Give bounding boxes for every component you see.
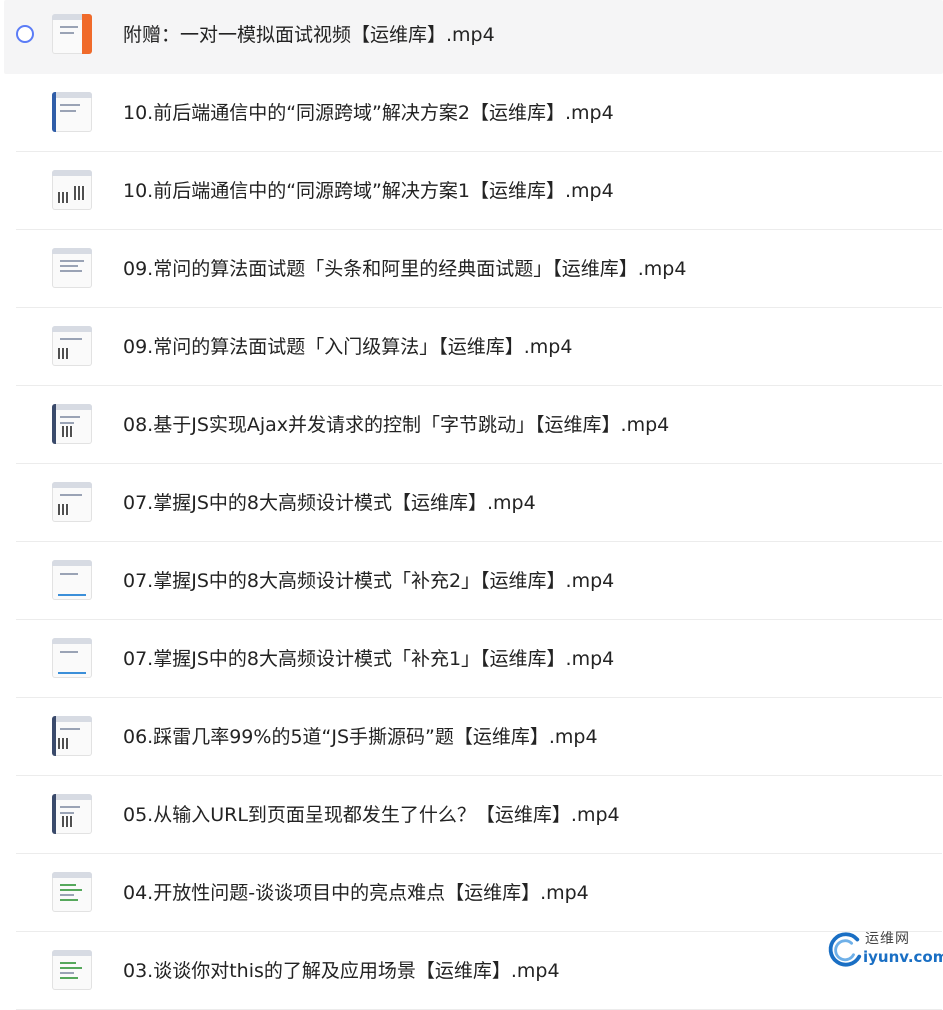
- file-name[interactable]: 07.掌握JS中的8大高频设计模式「补充2」【运维库】.mp4: [123, 542, 614, 620]
- file-name[interactable]: 08.基于JS实现Ajax并发请求的控制「字节跳动」【运维库】.mp4: [123, 386, 669, 464]
- file-name[interactable]: 04.开放性问题-谈谈项目中的亮点难点【运维库】.mp4: [123, 854, 589, 932]
- watermark-domain: iyunv.com: [863, 948, 943, 966]
- video-thumbnail: [52, 950, 92, 990]
- watermark: 运维网 iyunv.com: [825, 926, 943, 972]
- file-row[interactable]: 04.开放性问题-谈谈项目中的亮点难点【运维库】.mp4: [16, 854, 942, 932]
- swirl-logo-icon: [828, 932, 862, 967]
- video-thumbnail: [52, 794, 92, 834]
- file-row[interactable]: 06.踩雷几率99%的5道“JS手撕源码”题【运维库】.mp4: [16, 698, 942, 776]
- file-row[interactable]: 07.掌握JS中的8大高频设计模式「补充2」【运维库】.mp4: [16, 542, 942, 620]
- file-row[interactable]: 07.掌握JS中的8大高频设计模式【运维库】.mp4: [16, 464, 942, 542]
- file-name[interactable]: 07.掌握JS中的8大高频设计模式「补充1」【运维库】.mp4: [123, 620, 614, 698]
- file-name[interactable]: 附赠：一对一模拟面试视频【运维库】.mp4: [123, 0, 495, 74]
- file-name[interactable]: 09.常问的算法面试题「入门级算法」【运维库】.mp4: [123, 308, 572, 386]
- video-thumbnail: [52, 872, 92, 912]
- file-name[interactable]: 05.从输入URL到页面呈现都发生了什么？【运维库】.mp4: [123, 776, 620, 854]
- file-name[interactable]: 03.谈谈你对this的了解及应用场景【运维库】.mp4: [123, 932, 560, 1010]
- file-row[interactable]: 07.掌握JS中的8大高频设计模式「补充1」【运维库】.mp4: [16, 620, 942, 698]
- video-thumbnail: [52, 404, 92, 444]
- file-row[interactable]: 09.常问的算法面试题「入门级算法」【运维库】.mp4: [16, 308, 942, 386]
- watermark-title: 运维网: [865, 931, 910, 947]
- file-row[interactable]: 03.谈谈你对this的了解及应用场景【运维库】.mp4: [16, 932, 942, 1010]
- video-thumbnail: [52, 560, 92, 600]
- video-thumbnail: [52, 716, 92, 756]
- video-thumbnail: [52, 14, 92, 54]
- video-thumbnail: [52, 170, 92, 210]
- file-list: 附赠：一对一模拟面试视频【运维库】.mp4 10.前后端通信中的“同源跨域”解决方…: [0, 0, 943, 1010]
- file-name[interactable]: 10.前后端通信中的“同源跨域”解决方案2【运维库】.mp4: [123, 74, 614, 152]
- video-thumbnail: [52, 92, 92, 132]
- file-name[interactable]: 09.常问的算法面试题「头条和阿里的经典面试题」【运维库】.mp4: [123, 230, 686, 308]
- file-row[interactable]: 09.常问的算法面试题「头条和阿里的经典面试题」【运维库】.mp4: [16, 230, 942, 308]
- video-thumbnail: [52, 248, 92, 288]
- file-row[interactable]: 08.基于JS实现Ajax并发请求的控制「字节跳动」【运维库】.mp4: [16, 386, 942, 464]
- file-name[interactable]: 06.踩雷几率99%的5道“JS手撕源码”题【运维库】.mp4: [123, 698, 598, 776]
- file-name[interactable]: 07.掌握JS中的8大高频设计模式【运维库】.mp4: [123, 464, 536, 542]
- file-row[interactable]: 附赠：一对一模拟面试视频【运维库】.mp4: [4, 0, 943, 74]
- video-thumbnail: [52, 638, 92, 678]
- select-radio[interactable]: [16, 25, 34, 43]
- video-thumbnail: [52, 482, 92, 522]
- file-row[interactable]: 10.前后端通信中的“同源跨域”解决方案1【运维库】.mp4: [16, 152, 942, 230]
- file-name[interactable]: 10.前后端通信中的“同源跨域”解决方案1【运维库】.mp4: [123, 152, 614, 230]
- file-row[interactable]: 10.前后端通信中的“同源跨域”解决方案2【运维库】.mp4: [16, 74, 942, 152]
- file-row[interactable]: 05.从输入URL到页面呈现都发生了什么？【运维库】.mp4: [16, 776, 942, 854]
- video-thumbnail: [52, 326, 92, 366]
